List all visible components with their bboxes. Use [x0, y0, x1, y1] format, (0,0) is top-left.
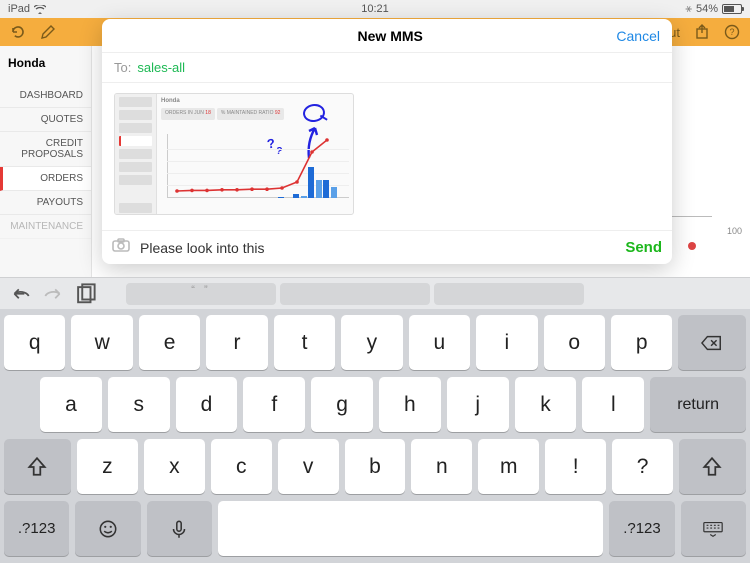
key-k[interactable]: k [515, 377, 577, 432]
key-y[interactable]: y [341, 315, 402, 370]
svg-text:?: ? [729, 27, 734, 37]
key-h[interactable]: h [379, 377, 441, 432]
key-exclaim[interactable]: ! [545, 439, 606, 494]
send-button[interactable]: Send [625, 239, 662, 256]
to-value: sales-all [137, 60, 185, 75]
key-s[interactable]: s [108, 377, 170, 432]
space-key[interactable] [218, 501, 603, 556]
key-u[interactable]: u [409, 315, 470, 370]
battery-pct: 54% [696, 3, 718, 15]
key-a[interactable]: a [40, 377, 102, 432]
cancel-button[interactable]: Cancel [616, 28, 660, 44]
attachment-thumbnail[interactable]: Honda ORDERS IN JUN 18 % MAINTAINED RATI… [114, 93, 354, 215]
annotation-circle [302, 103, 326, 124]
dictation-key[interactable] [147, 501, 212, 556]
return-key[interactable]: return [650, 377, 746, 432]
key-x[interactable]: x [144, 439, 205, 494]
key-e[interactable]: e [139, 315, 200, 370]
undo-icon[interactable] [10, 284, 32, 304]
refresh-icon[interactable] [10, 24, 26, 40]
key-r[interactable]: r [206, 315, 267, 370]
key-z[interactable]: z [77, 439, 138, 494]
key-c[interactable]: c [211, 439, 272, 494]
device-label: iPad [8, 3, 30, 15]
key-b[interactable]: b [345, 439, 406, 494]
wifi-icon [34, 5, 46, 14]
suggestion[interactable] [280, 283, 430, 305]
emoji-key[interactable] [75, 501, 140, 556]
suggestion[interactable] [434, 283, 584, 305]
to-label: To: [114, 60, 131, 75]
sidebar-item-orders[interactable]: ORDERS [0, 167, 91, 191]
sidebar-item-credit[interactable]: CREDIT PROPOSALS [0, 132, 91, 167]
axis-label-100: 100 [727, 226, 742, 236]
axis-tick [672, 216, 712, 217]
suggestion-bar [126, 283, 584, 305]
key-o[interactable]: o [544, 315, 605, 370]
share-icon[interactable] [694, 24, 710, 40]
thumb-chart [167, 134, 349, 208]
keyboard-toolbar [0, 277, 750, 309]
shift-key[interactable] [679, 439, 746, 494]
sidebar-item-maintenance[interactable]: MAINTENANCE [0, 215, 91, 239]
key-n[interactable]: n [411, 439, 472, 494]
key-i[interactable]: i [476, 315, 537, 370]
help-icon[interactable]: ? [724, 24, 740, 40]
backspace-key[interactable] [678, 315, 746, 370]
numeric-key[interactable]: .?123 [4, 501, 69, 556]
key-p[interactable]: p [611, 315, 672, 370]
dismiss-keyboard-key[interactable] [681, 501, 746, 556]
edit-icon[interactable] [40, 24, 56, 40]
key-f[interactable]: f [243, 377, 305, 432]
key-t[interactable]: t [274, 315, 335, 370]
brand: Honda [0, 46, 91, 84]
bluetooth-icon: ⚹ [685, 3, 692, 16]
app-sidebar: Honda DASHBOARD QUOTES CREDIT PROPOSALS … [0, 46, 92, 278]
key-g[interactable]: g [311, 377, 373, 432]
sidebar-item-dashboard[interactable]: DASHBOARD [0, 84, 91, 108]
keyboard: qwertyuiop asdfghjklreturn zxcvbnm!? .?1… [0, 309, 750, 563]
sidebar-item-payouts[interactable]: PAYOUTS [0, 191, 91, 215]
thumb-pill-orders: ORDERS IN JUN 18 [161, 108, 215, 120]
battery-icon [722, 4, 742, 14]
key-j[interactable]: j [447, 377, 509, 432]
shift-key[interactable] [4, 439, 71, 494]
new-mms-modal: New MMS Cancel To: sales-all Honda ORDER… [102, 19, 672, 264]
key-v[interactable]: v [278, 439, 339, 494]
clipboard-icon[interactable] [74, 284, 96, 304]
key-w[interactable]: w [71, 315, 132, 370]
thumb-brand: Honda [161, 98, 180, 104]
modal-title: New MMS [358, 28, 423, 44]
key-l[interactable]: l [582, 377, 644, 432]
thumb-pill-ratio: % MAINTAINED RATIO 92 [217, 108, 285, 120]
recipient-row[interactable]: To: sales-all [102, 53, 672, 83]
key-q[interactable]: q [4, 315, 65, 370]
sidebar-item-quotes[interactable]: QUOTES [0, 108, 91, 132]
key-question[interactable]: ? [612, 439, 673, 494]
clock: 10:21 [253, 3, 498, 15]
key-m[interactable]: m [478, 439, 539, 494]
camera-icon[interactable] [112, 238, 130, 257]
numeric-key[interactable]: .?123 [609, 501, 674, 556]
status-bar: iPad 10:21 ⚹ 54% [0, 0, 750, 18]
redo-icon[interactable] [42, 284, 64, 304]
data-point [688, 242, 696, 250]
suggestion[interactable] [126, 283, 276, 305]
message-input[interactable]: Please look into this [140, 240, 615, 256]
key-d[interactable]: d [176, 377, 238, 432]
